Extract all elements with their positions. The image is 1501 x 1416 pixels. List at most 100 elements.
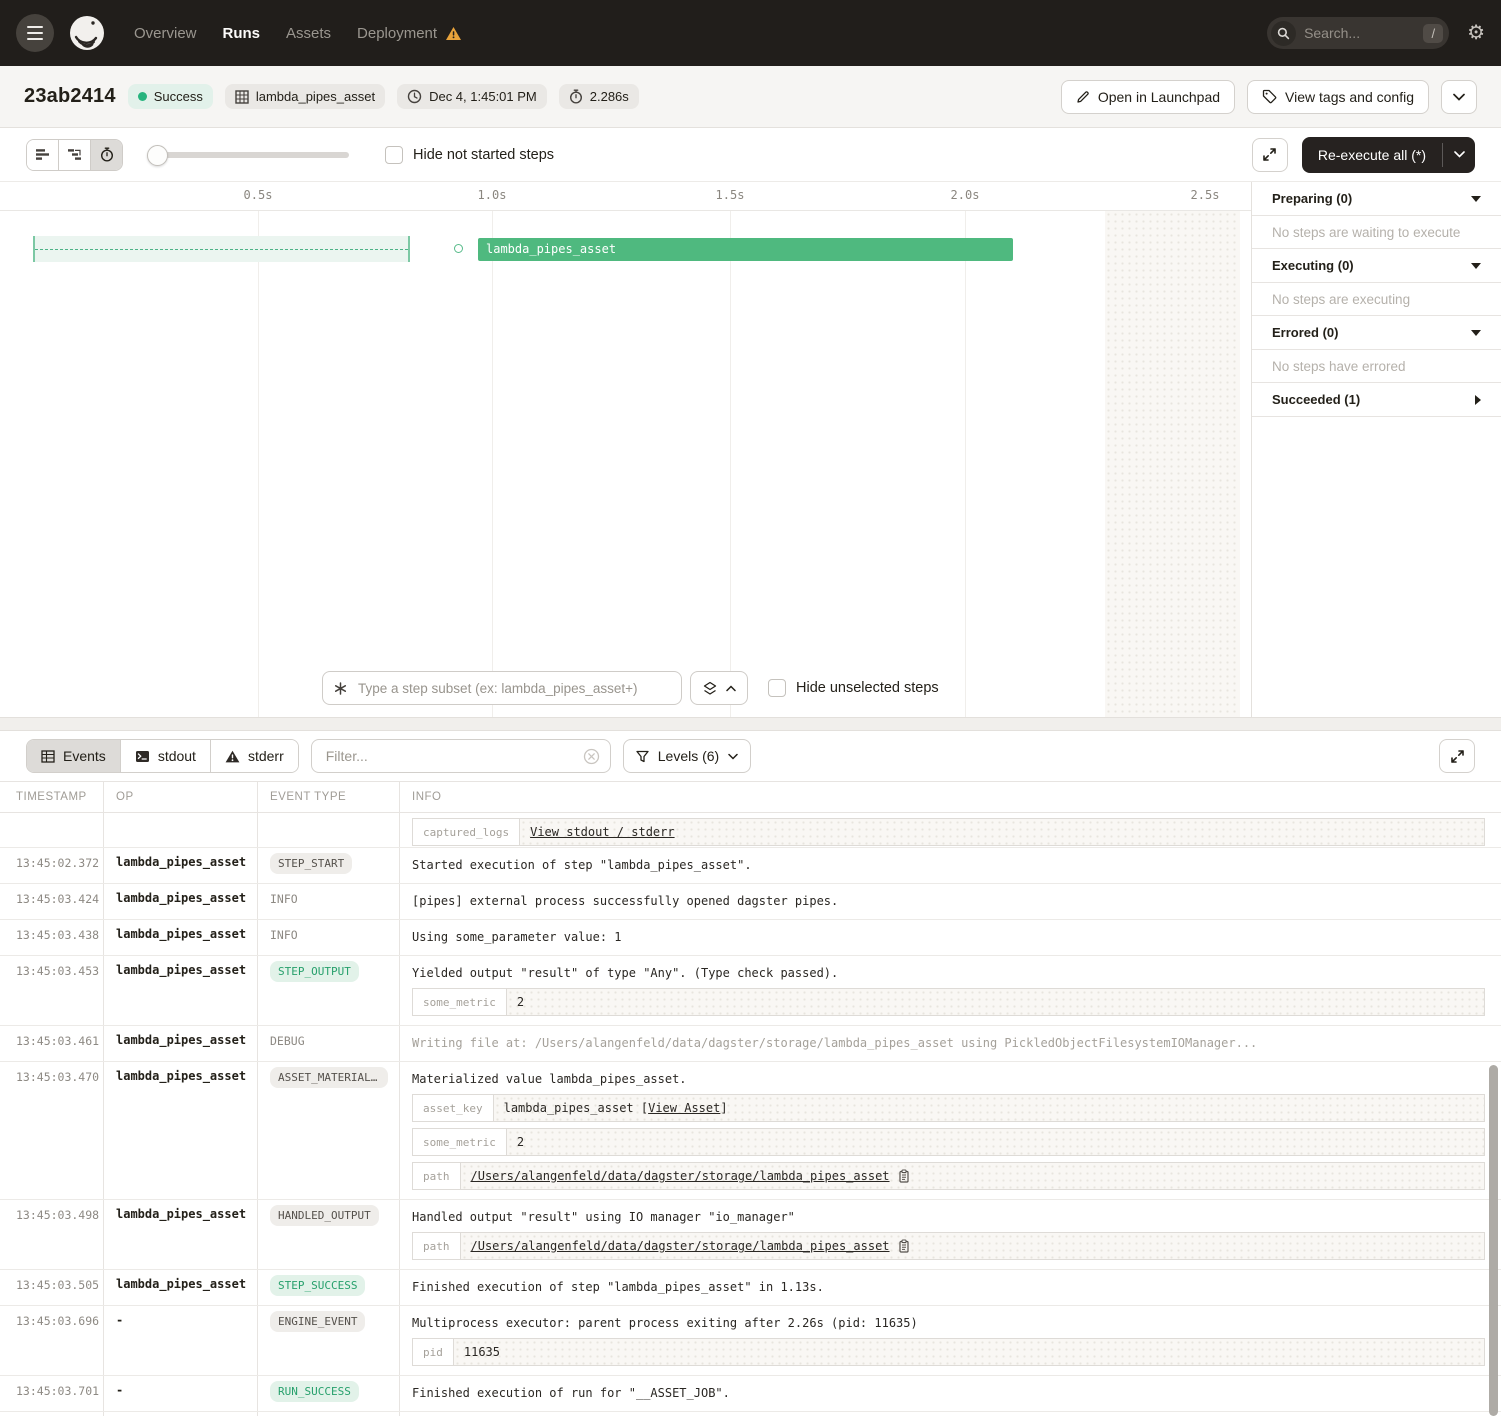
levels-filter-button[interactable]: Levels (6) <box>623 739 751 773</box>
metadata-entry: path/Users/alangenfeld/data/dagster/stor… <box>412 1232 1485 1260</box>
global-search[interactable]: / <box>1267 17 1449 49</box>
event-type-label: INFO <box>270 889 298 906</box>
logs-vertical-scrollbar[interactable] <box>1489 1065 1498 1416</box>
nav-item-assets[interactable]: Assets <box>286 25 331 42</box>
logs-expand-button[interactable] <box>1439 739 1475 773</box>
nav-item-overview[interactable]: Overview <box>134 25 197 42</box>
metadata-value-text[interactable]: /Users/alangenfeld/data/dagster/storage/… <box>471 1239 890 1253</box>
search-input[interactable] <box>1296 25 1423 41</box>
log-timestamp: 13:45:03.696 <box>0 1306 104 1375</box>
pencil-icon <box>1076 90 1090 104</box>
section-errored-body: No steps have errored <box>1252 350 1501 383</box>
log-filter-input[interactable] <box>324 747 583 765</box>
log-event-type-cell: INFO <box>258 884 400 919</box>
step-start-marker-icon <box>454 244 463 253</box>
run-actions-dropdown-button[interactable] <box>1441 80 1477 114</box>
log-op: - <box>104 1306 258 1375</box>
job-tag-label: lambda_pipes_asset <box>256 89 375 104</box>
main-split: 0.5s 1.0s 1.5s 2.0s 2.5s lambda_pipes_as… <box>0 182 1501 717</box>
hamburger-menu-button[interactable] <box>16 14 54 52</box>
log-timestamp: 13:45:03.505 <box>0 1270 104 1305</box>
metadata-value-text[interactable]: View stdout / stderr <box>530 825 675 839</box>
section-preparing[interactable]: Preparing (0) <box>1252 182 1501 216</box>
log-row: 13:45:03.716-ENGINE_EVENTProcess for run… <box>0 1412 1501 1416</box>
tab-stdout[interactable]: stdout <box>121 740 211 772</box>
metadata-value: View stdout / stderr <box>520 819 1484 845</box>
gantt-footer-controls: Hide unselected steps <box>322 671 939 705</box>
view-tags-config-button[interactable]: View tags and config <box>1247 80 1429 114</box>
metadata-entry: captured_logs View stdout / stderr <box>412 818 1485 846</box>
deployment-warning-icon <box>445 26 462 41</box>
section-errored[interactable]: Errored (0) <box>1252 316 1501 350</box>
step-subset-input[interactable] <box>356 680 671 697</box>
tab-events[interactable]: Events <box>27 740 121 772</box>
log-op: lambda_pipes_asset <box>104 1200 258 1269</box>
job-tag[interactable]: lambda_pipes_asset <box>225 84 385 109</box>
axis-tick: 2.5s <box>1191 188 1220 202</box>
log-event-type-cell: STEP_START <box>258 848 400 883</box>
log-event-type-cell: STEP_SUCCESS <box>258 1270 400 1305</box>
copy-path-icon[interactable] <box>898 1169 910 1183</box>
metadata-value: /Users/alangenfeld/data/dagster/storage/… <box>461 1233 1485 1259</box>
gantt-view-mode-switcher <box>26 139 123 171</box>
log-row: 13:45:03.696-ENGINE_EVENTMultiprocess ex… <box>0 1306 1501 1376</box>
section-title: Errored (0) <box>1272 325 1338 340</box>
step-waiting-box <box>33 236 410 262</box>
reexecute-all-button[interactable]: Re-execute all (*) <box>1302 137 1475 173</box>
copy-path-icon[interactable] <box>898 1239 910 1253</box>
nav-links: Overview Runs Assets Deployment <box>134 25 462 42</box>
tab-stderr[interactable]: stderr <box>211 740 298 772</box>
gantt-plot-area: lambda_pipes_asset <box>0 211 1251 717</box>
log-event-type-cell: DEBUG <box>258 1026 400 1061</box>
waterfall-view-button[interactable] <box>59 140 91 170</box>
gantt-zoom-slider[interactable] <box>149 152 349 158</box>
log-op: lambda_pipes_asset <box>104 1062 258 1199</box>
event-type-label: INFO <box>270 925 298 942</box>
log-row: captured_logs View stdout / stderr <box>0 813 1501 848</box>
reexecute-dropdown-button[interactable] <box>1443 137 1475 173</box>
hide-not-started-checkbox[interactable]: Hide not started steps <box>385 146 554 164</box>
gridline <box>965 211 966 717</box>
tab-stderr-label: stderr <box>248 748 284 764</box>
status-badge[interactable]: Success <box>128 84 213 109</box>
slider-knob[interactable] <box>147 145 168 166</box>
log-event-type-cell: ASSET_MATERIALIZATION <box>258 1062 400 1199</box>
open-in-launchpad-button[interactable]: Open in Launchpad <box>1061 80 1235 114</box>
settings-gear-icon[interactable]: ⚙ <box>1467 23 1485 43</box>
log-timestamp: 13:45:03.470 <box>0 1062 104 1199</box>
graph-query-apply-button[interactable] <box>690 671 748 705</box>
timed-view-button[interactable] <box>91 140 122 170</box>
gantt-expand-button[interactable] <box>1252 138 1288 172</box>
view-asset-link[interactable]: View Asset <box>648 1101 720 1115</box>
metadata-key: pid <box>413 1339 454 1365</box>
log-message: Materialized value lambda_pipes_asset. <box>412 1069 1485 1088</box>
clear-filter-icon[interactable] <box>583 748 600 765</box>
metadata-value: 2 <box>507 1129 1484 1155</box>
log-op: lambda_pipes_asset <box>104 848 258 883</box>
panel-resize-splitter[interactable] <box>0 717 1501 731</box>
section-succeeded[interactable]: Succeeded (1) <box>1252 383 1501 417</box>
log-message: Writing file at: /Users/alangenfeld/data… <box>412 1033 1485 1052</box>
section-executing[interactable]: Executing (0) <box>1252 249 1501 283</box>
log-event-type-cell: INFO <box>258 920 400 955</box>
nav-item-runs[interactable]: Runs <box>223 25 261 42</box>
event-type-badge: ASSET_MATERIALIZATION <box>270 1067 388 1088</box>
hide-unselected-checkbox[interactable]: Hide unselected steps <box>768 679 939 697</box>
metadata-value-text[interactable]: /Users/alangenfeld/data/dagster/storage/… <box>471 1169 890 1183</box>
run-header: 23ab2414 Success lambda_pipes_asset Dec … <box>0 66 1501 128</box>
metadata-key: captured_logs <box>413 819 520 845</box>
hide-not-started-label: Hide not started steps <box>413 147 554 163</box>
log-timestamp: 13:45:03.716 <box>0 1412 104 1416</box>
metadata-entry: pid11635 <box>412 1338 1485 1366</box>
flat-view-button[interactable] <box>27 140 59 170</box>
gantt-step-bar[interactable]: lambda_pipes_asset <box>478 238 1013 261</box>
reexecute-all-label: Re-execute all (*) <box>1302 137 1442 173</box>
nav-item-deployment[interactable]: Deployment <box>357 25 462 42</box>
log-toolbar: Events stdout stderr <box>0 731 1501 781</box>
metadata-value: 11635 <box>454 1339 1484 1365</box>
section-title: Preparing (0) <box>1272 191 1352 206</box>
log-message: Finished execution of step "lambda_pipes… <box>412 1277 1485 1296</box>
log-row: 13:45:03.505lambda_pipes_assetSTEP_SUCCE… <box>0 1270 1501 1306</box>
dagster-logo-icon[interactable] <box>68 14 106 52</box>
gantt-chart: 0.5s 1.0s 1.5s 2.0s 2.5s lambda_pipes_as… <box>0 182 1252 717</box>
